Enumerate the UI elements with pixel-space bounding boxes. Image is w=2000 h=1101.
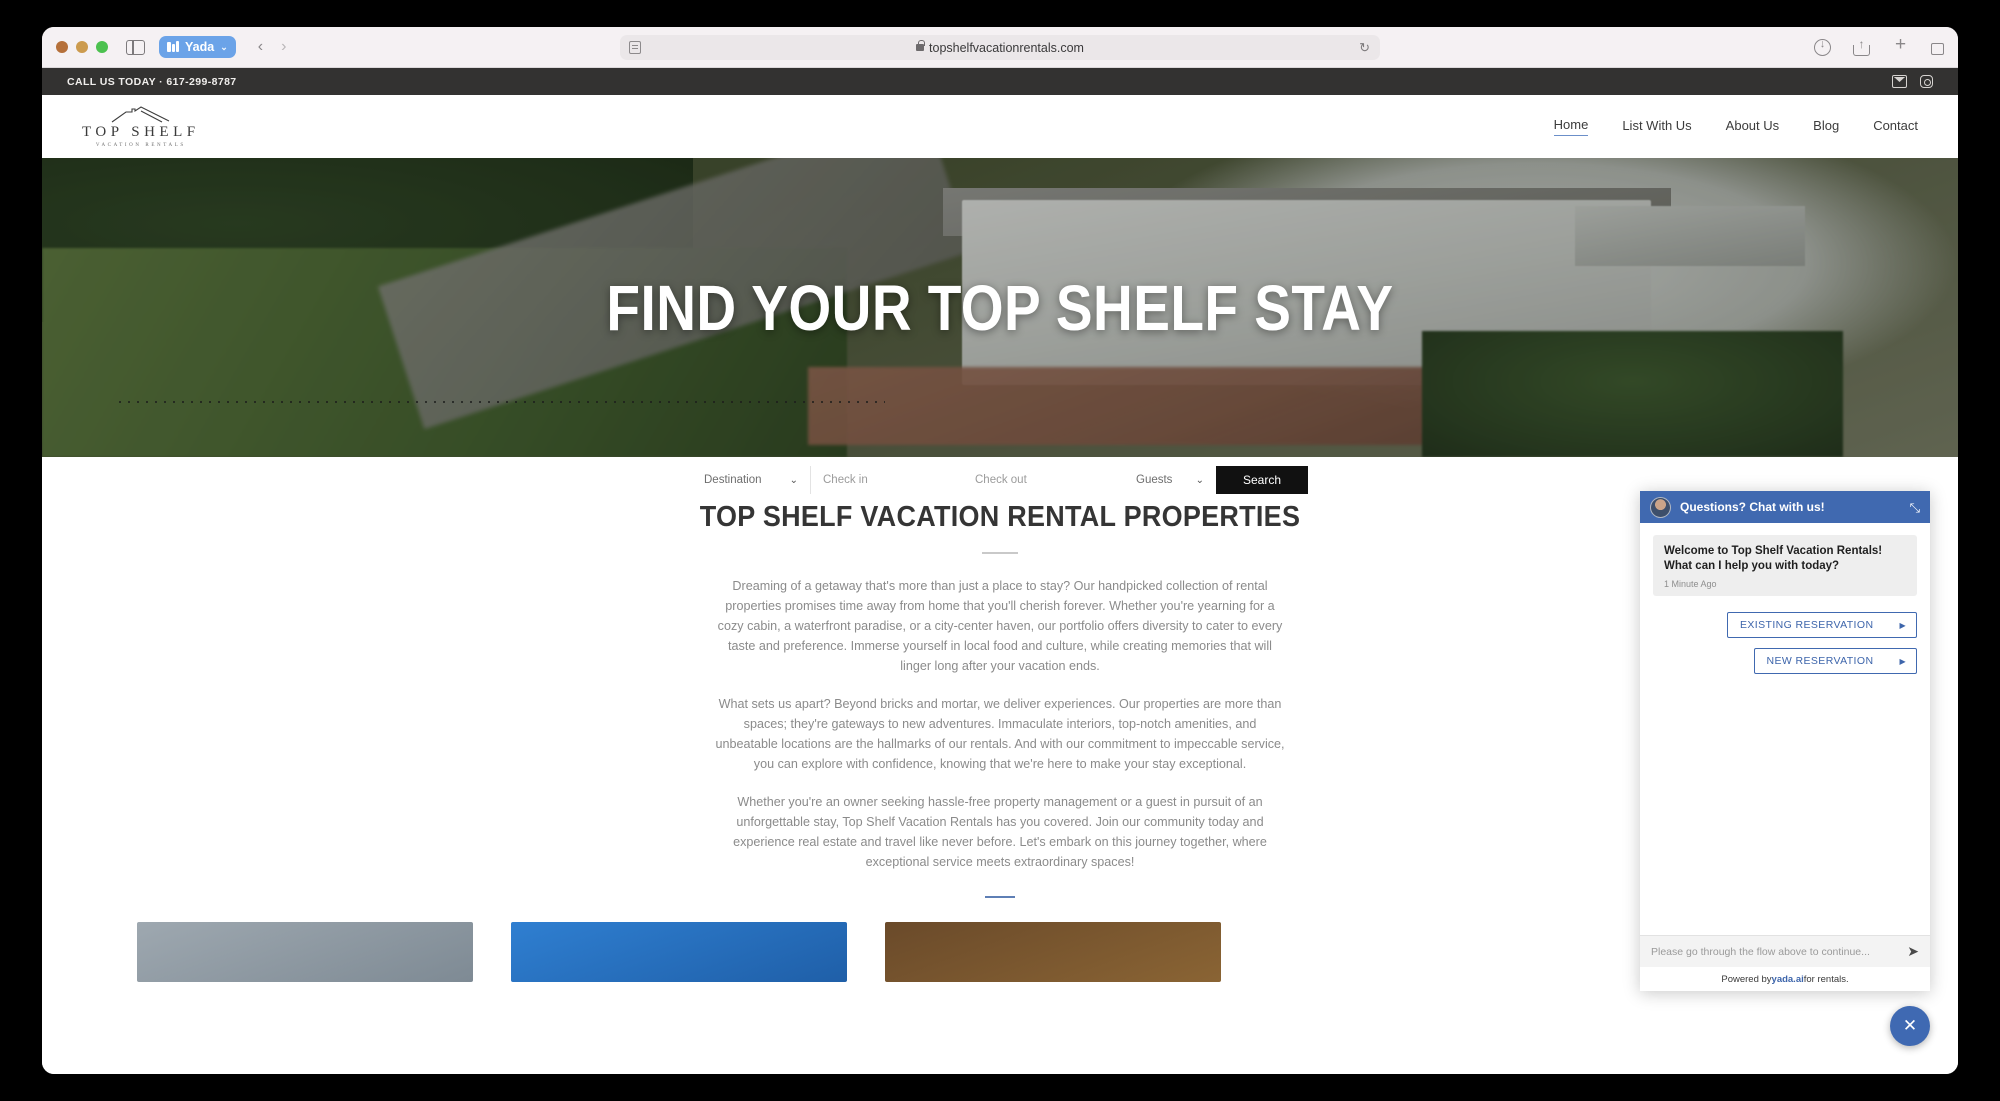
destination-label: Destination — [704, 474, 762, 486]
instagram-icon[interactable] — [1920, 75, 1933, 88]
new-tab-icon[interactable] — [1892, 34, 1909, 56]
tab-overview-icon[interactable] — [1931, 40, 1950, 55]
call-us-text: CALL US TODAY · 617-299-8787 — [67, 75, 237, 88]
search-button[interactable]: Search — [1216, 466, 1308, 494]
chat-footer: Powered by yada.ai for rentals. — [1640, 967, 1930, 991]
tab-label: Yada — [185, 40, 215, 54]
property-card[interactable] — [511, 921, 847, 982]
chat-close-button[interactable]: ✕ — [1890, 1006, 1930, 1046]
send-icon[interactable]: ➤ — [1907, 943, 1919, 960]
quick-reply-new-reservation[interactable]: NEW RESERVATION ▶ — [1753, 648, 1917, 674]
section-paragraph: What sets us apart? Beyond bricks and mo… — [715, 696, 1285, 771]
avatar — [1650, 496, 1671, 518]
section-paragraph: Whether you're an owner seeking hassle-f… — [733, 794, 1267, 869]
chat-footer-prefix: Powered by — [1721, 973, 1772, 985]
chevron-down-icon: ⌄ — [789, 474, 798, 486]
chat-footer-suffix: for rentals. — [1803, 973, 1849, 985]
chat-quick-replies: EXISTING RESERVATION ▶ NEW RESERVATION ▶ — [1653, 612, 1917, 674]
checkout-input[interactable]: Check out — [963, 466, 1115, 494]
social-links — [1892, 75, 1933, 88]
chevron-down-icon: ⌄ — [1195, 474, 1204, 486]
property-card[interactable] — [885, 921, 1221, 982]
chat-message-list: Welcome to Top Shelf Vacation Rentals! W… — [1640, 523, 1930, 935]
window-controls[interactable] — [56, 41, 108, 53]
checkin-input[interactable]: Check in — [811, 466, 963, 494]
nav-item-contact[interactable]: Contact — [1873, 118, 1918, 136]
chat-message-bubble: Welcome to Top Shelf Vacation Rentals! W… — [1653, 535, 1917, 596]
downloads-icon[interactable] — [1814, 38, 1831, 56]
quick-reply-label: NEW RESERVATION — [1766, 655, 1874, 667]
browser-tab-yada[interactable]: Yada ⌄ — [159, 36, 236, 58]
chat-input-field[interactable]: Please go through the flow above to cont… — [1651, 946, 1907, 958]
utility-bar: CALL US TODAY · 617-299-8787 — [42, 68, 1958, 95]
booking-search-bar: Destination ⌄ Check in Check out Guests … — [692, 466, 1308, 494]
share-icon[interactable] — [1853, 37, 1870, 56]
close-window-button[interactable] — [56, 41, 68, 53]
main-navigation: Home List With Us About Us Blog Contact — [1553, 117, 1918, 136]
back-icon[interactable]: ‹ — [258, 39, 263, 55]
chat-widget: Questions? Chat with us! ⤡ Welcome to To… — [1640, 491, 1930, 991]
chat-message-text: Welcome to Top Shelf Vacation Rentals! W… — [1664, 545, 1883, 572]
section-body: Dreaming of a getaway that's more than j… — [715, 576, 1285, 872]
chat-title: Questions? Chat with us! — [1680, 500, 1825, 514]
chevron-down-icon[interactable]: ⌄ — [220, 42, 228, 53]
logo-subtitle: VACATION RENTALS — [95, 142, 186, 148]
guests-select[interactable]: Guests ⌄ — [1124, 466, 1216, 494]
yada-link[interactable]: yada.ai — [1772, 974, 1804, 985]
destination-select[interactable]: Destination ⌄ — [692, 466, 810, 494]
nav-item-blog[interactable]: Blog — [1813, 118, 1839, 136]
minimize-window-button[interactable] — [76, 41, 88, 53]
address-bar[interactable]: topshelfvacationrentals.com ↻ — [620, 35, 1380, 60]
hero-title: FIND YOUR TOP SHELF STAY — [606, 272, 1394, 344]
lock-icon — [916, 40, 925, 51]
chat-input-row[interactable]: Please go through the flow above to cont… — [1640, 935, 1930, 967]
forward-icon[interactable]: › — [281, 39, 286, 55]
browser-window: Yada ⌄ ‹ › topshelfvacationrentals.com ↻… — [42, 27, 1958, 1074]
sidebar-toggle-icon[interactable] — [126, 39, 145, 55]
guests-label: Guests — [1136, 474, 1173, 486]
reload-icon[interactable]: ↻ — [1359, 40, 1370, 56]
quick-reply-label: EXISTING RESERVATION — [1739, 619, 1874, 631]
minimize-icon[interactable]: ⤡ — [1910, 501, 1920, 514]
hero-section: FIND YOUR TOP SHELF STAY — [42, 158, 1958, 457]
browser-toolbar: Yada ⌄ ‹ › topshelfvacationrentals.com ↻ — [42, 27, 1958, 68]
url-text: topshelfvacationrentals.com — [929, 40, 1084, 55]
logo-name: TOP SHELF — [82, 123, 200, 140]
property-card[interactable] — [137, 921, 473, 982]
quick-reply-existing-reservation[interactable]: EXISTING RESERVATION ▶ — [1726, 612, 1917, 638]
chat-message-timestamp: 1 Minute Ago — [1664, 579, 1717, 589]
nav-item-about-us[interactable]: About Us — [1726, 118, 1779, 136]
nav-item-list-with-us[interactable]: List With Us — [1622, 118, 1691, 136]
site-header: TOP SHELF VACATION RENTALS Home List Wit… — [42, 95, 1958, 158]
site-logo[interactable]: TOP SHELF VACATION RENTALS — [82, 105, 200, 148]
page-viewport: CALL US TODAY · 617-299-8787 TOP SHELF V… — [42, 68, 1958, 1074]
toolbar-actions — [1814, 34, 1950, 56]
chat-header: Questions? Chat with us! ⤡ — [1640, 491, 1930, 523]
reader-view-icon[interactable] — [629, 41, 641, 54]
navigation-arrows[interactable]: ‹ › — [258, 39, 287, 55]
play-arrow-icon: ▶ — [1899, 656, 1906, 666]
nav-item-home[interactable]: Home — [1553, 117, 1589, 136]
section-title: TOP SHELF VACATION RENTAL PROPERTIES — [699, 501, 1301, 533]
roof-icon — [110, 105, 172, 123]
mail-icon[interactable] — [1892, 75, 1907, 88]
play-arrow-icon: ▶ — [1899, 620, 1906, 630]
date-range-input[interactable]: Check in Check out — [810, 466, 1115, 494]
section-paragraph: Dreaming of a getaway that's more than j… — [717, 578, 1283, 673]
maximize-window-button[interactable] — [96, 41, 108, 53]
tab-favicon-icon — [167, 41, 179, 53]
carousel-indicator-active[interactable] — [985, 895, 1015, 898]
section-divider — [982, 552, 1018, 554]
